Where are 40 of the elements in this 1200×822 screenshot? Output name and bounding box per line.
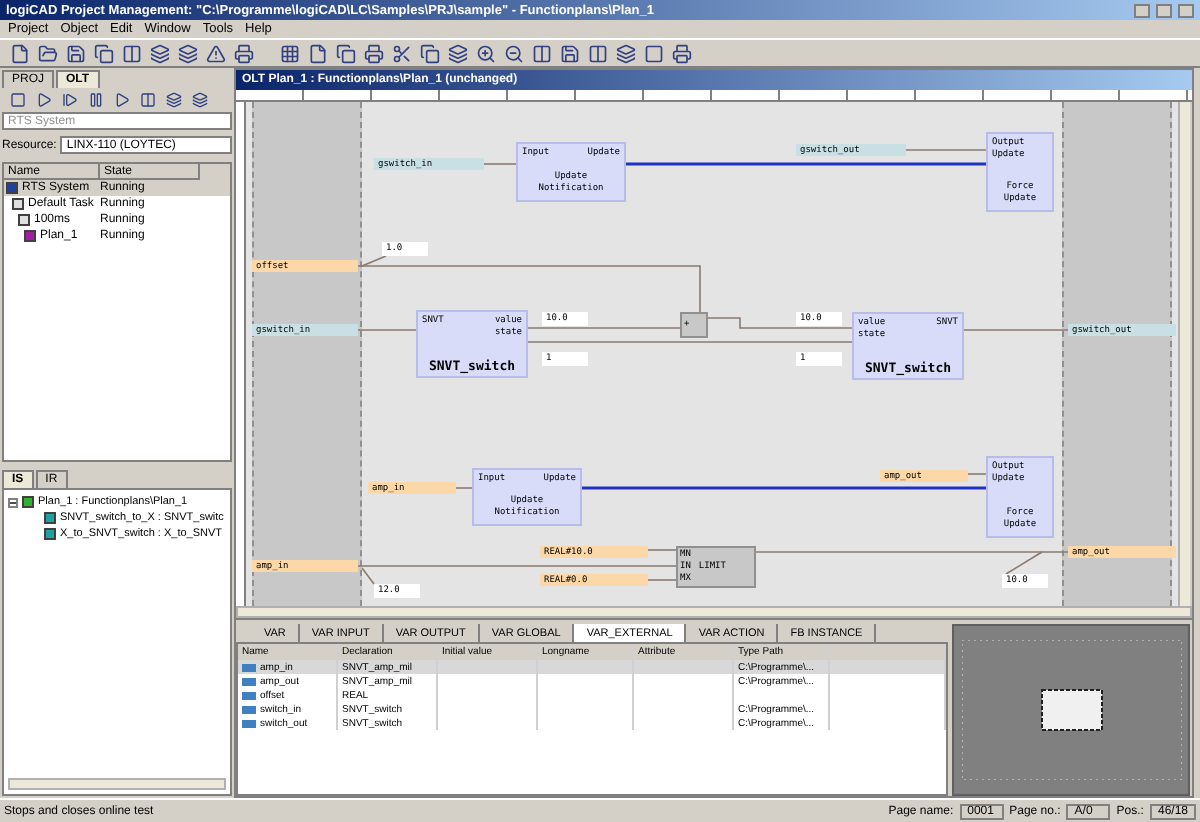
toolbar-icon[interactable] — [176, 42, 198, 64]
leader-line — [361, 567, 375, 585]
toolbar-icon[interactable] — [334, 42, 356, 64]
close-button[interactable] — [1178, 3, 1194, 17]
leader-line — [1005, 551, 1043, 575]
toolbar-icon[interactable] — [362, 42, 384, 64]
toolbar-icon[interactable] — [306, 42, 328, 64]
toolbar-icon[interactable] — [530, 42, 552, 64]
vertical-scrollbar[interactable] — [1178, 102, 1190, 606]
toolbar-icon[interactable] — [642, 42, 664, 64]
maximize-button[interactable] — [1156, 3, 1172, 17]
toolbar-icon[interactable] — [148, 42, 170, 64]
toolbar-icon[interactable] — [474, 42, 496, 64]
toolbar-icon[interactable] — [162, 89, 184, 111]
toolbar-icon[interactable] — [390, 42, 412, 64]
horizontal-scrollbar[interactable] — [236, 606, 1192, 618]
toolbar-icon[interactable] — [558, 42, 580, 64]
toolbar-icon[interactable] — [6, 89, 28, 111]
toolbar-icon[interactable] — [92, 42, 114, 64]
toolbar-icon[interactable] — [502, 42, 524, 64]
toolbar-icon[interactable] — [614, 42, 636, 64]
toolbar-icon[interactable] — [586, 42, 608, 64]
collapse-toggle[interactable] — [8, 497, 18, 507]
toolbar-icon[interactable] — [446, 42, 468, 64]
toolbar-icon[interactable] — [120, 42, 142, 64]
toolbar-icon[interactable] — [36, 42, 58, 64]
toolbar-icon[interactable] — [232, 42, 254, 64]
toolbar-icon[interactable] — [64, 42, 86, 64]
minimize-button[interactable] — [1134, 3, 1150, 17]
toolbar-icon[interactable] — [8, 42, 30, 64]
overview-map-drawing[interactable] — [961, 640, 1181, 780]
toolbar-icon[interactable] — [204, 42, 226, 64]
toolbar-icon[interactable] — [670, 42, 692, 64]
toolbar-icon[interactable] — [418, 42, 440, 64]
toolbar-icon[interactable] — [278, 42, 300, 64]
toolbar-icon[interactable] — [188, 89, 210, 111]
toolbar-icon[interactable] — [136, 89, 158, 111]
leader-line — [361, 255, 387, 267]
horizontal-scrollbar[interactable] — [8, 778, 226, 790]
toolbar-icon[interactable] — [58, 89, 80, 111]
